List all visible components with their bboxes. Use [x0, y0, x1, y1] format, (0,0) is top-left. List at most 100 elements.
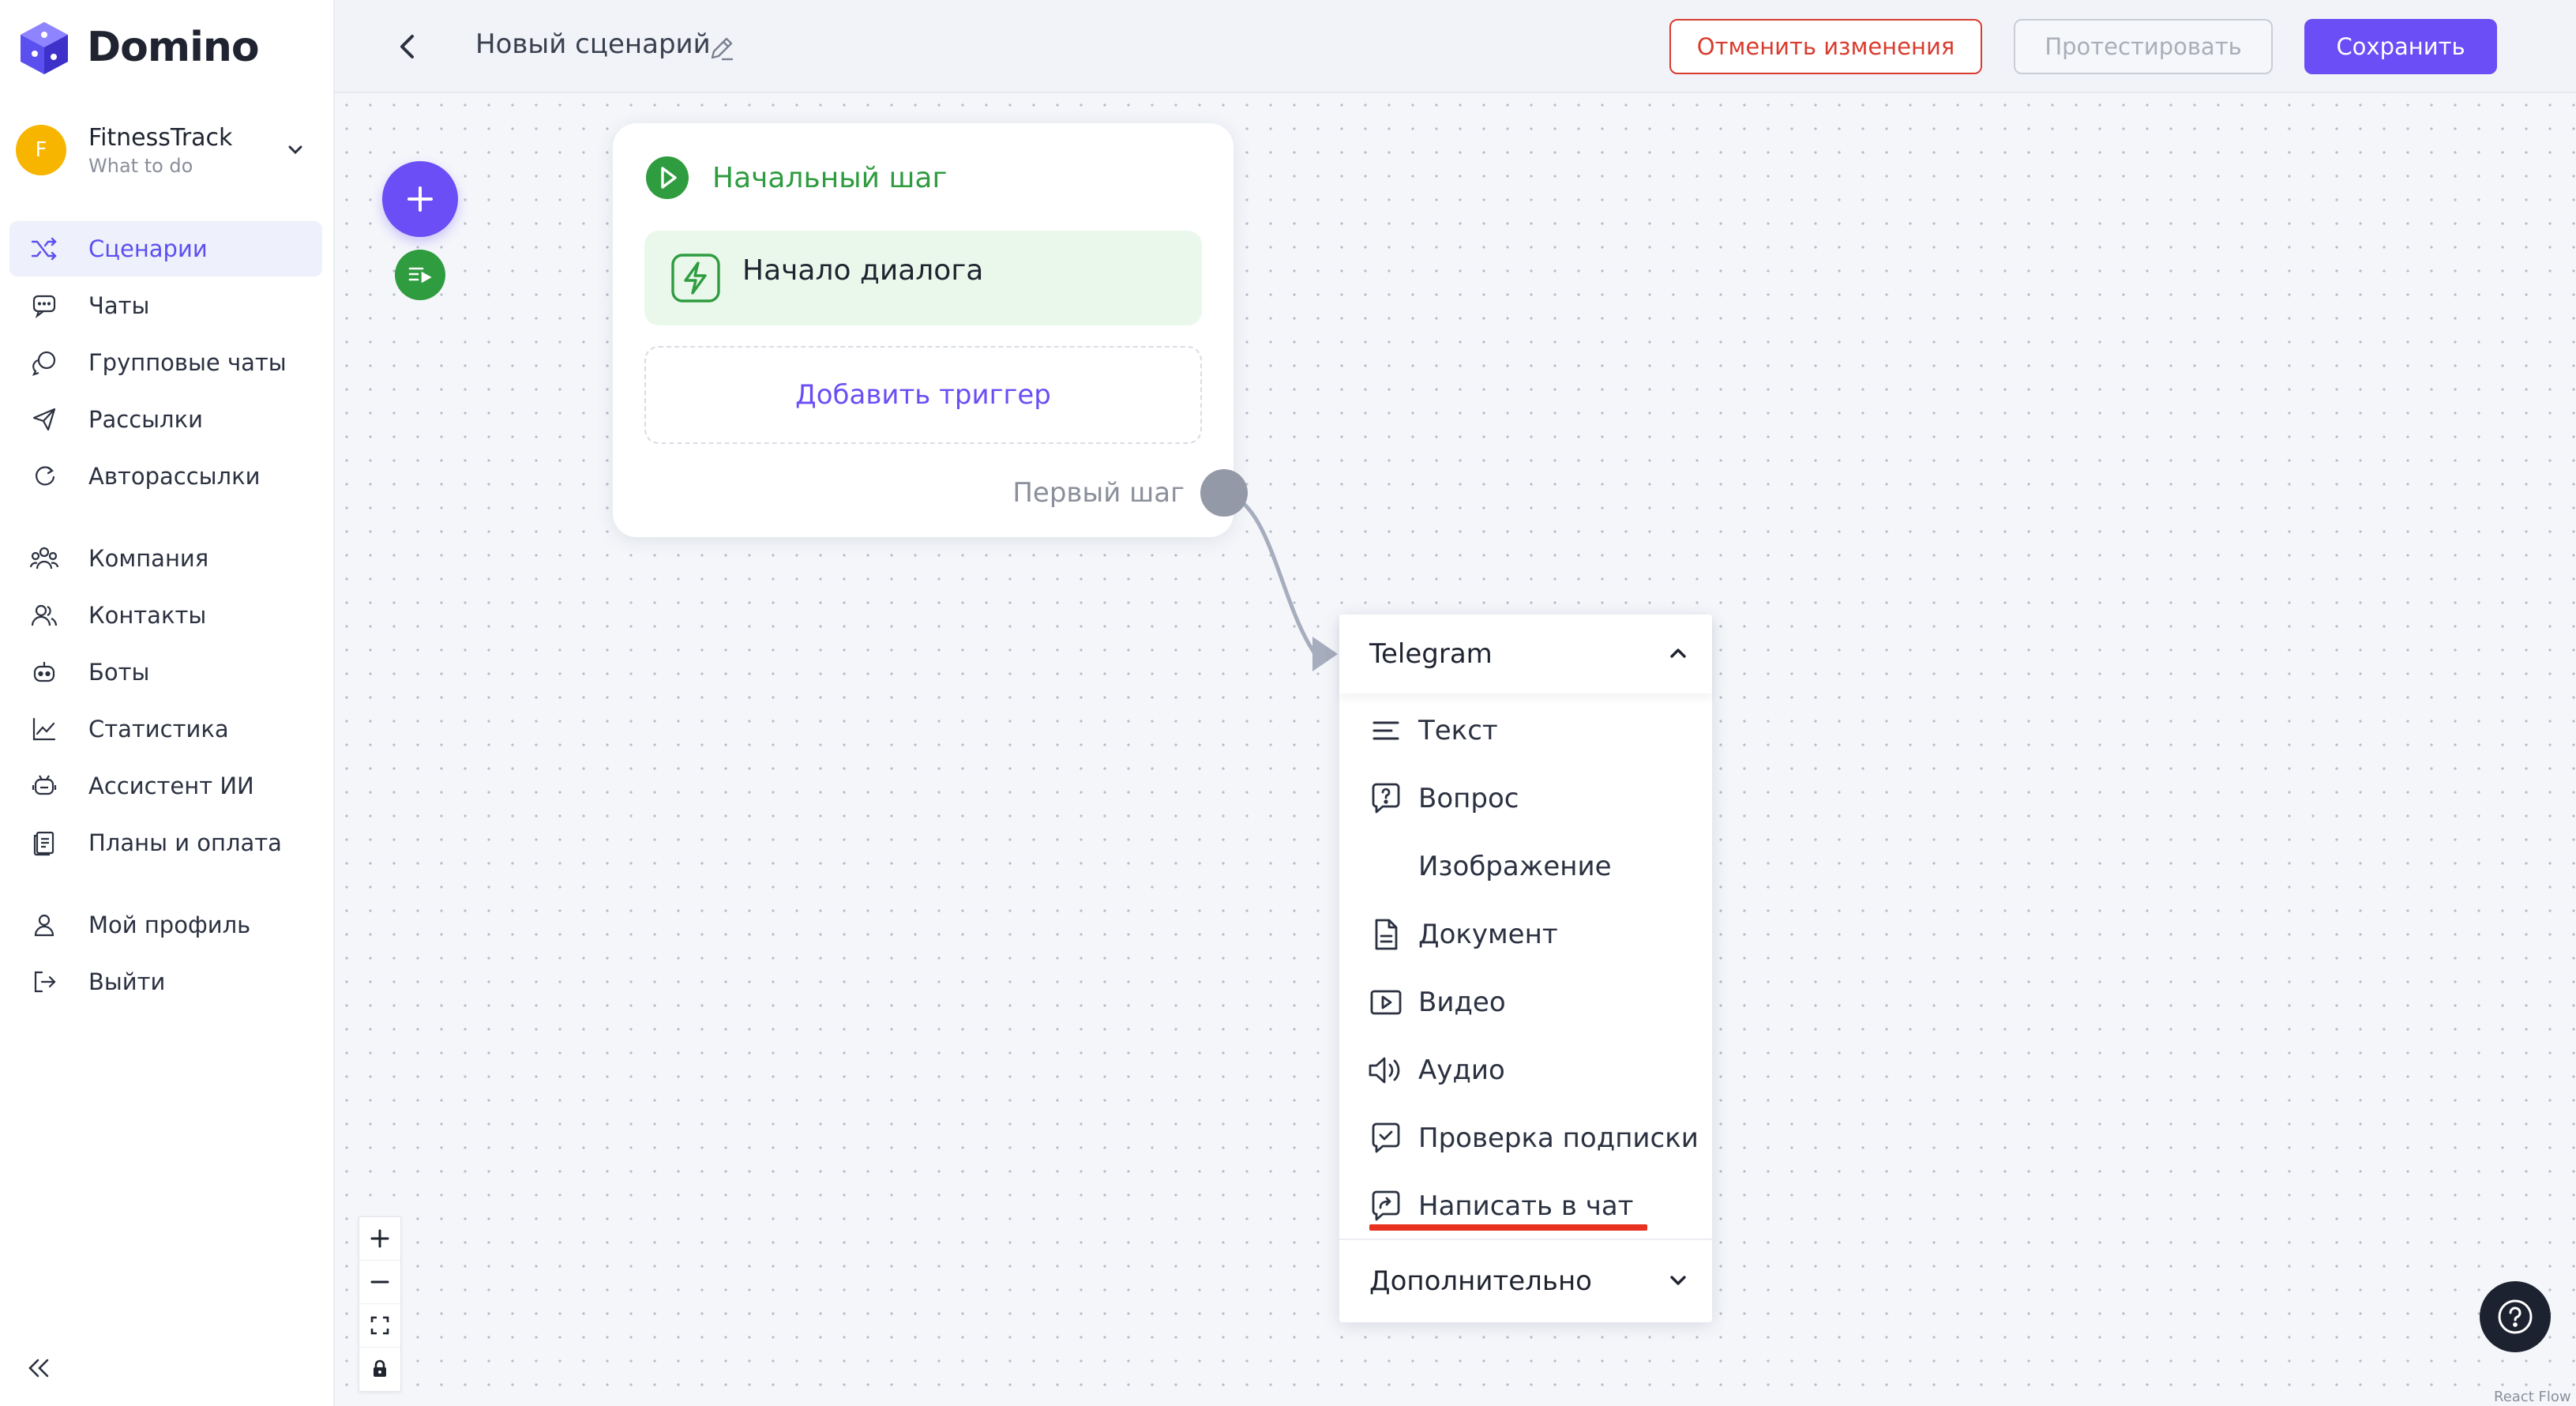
pencil-icon[interactable]: [706, 33, 738, 65]
more-group-header[interactable]: Дополнительно: [1339, 1239, 1712, 1322]
shuffle-icon: [27, 231, 62, 266]
sidebar-item-label: Компания: [88, 545, 209, 572]
menu-item-subscription-check[interactable]: Проверка подписки: [1339, 1104, 1712, 1172]
save-button[interactable]: Сохранить: [2304, 19, 2497, 74]
menu-item-question[interactable]: Вопрос: [1339, 765, 1712, 833]
org-switcher[interactable]: F FitnessTrack What to do: [16, 118, 316, 182]
chevron-down-icon: [288, 145, 302, 155]
fit-view-icon: [370, 1316, 389, 1335]
sidebar-item-label: Рассылки: [88, 406, 203, 433]
add-trigger-button[interactable]: Добавить триггер: [644, 346, 1202, 444]
sidebar-item-mailings[interactable]: Рассылки: [9, 392, 322, 447]
blank-icon: [1366, 847, 1406, 886]
output-label: Первый шаг: [1012, 477, 1185, 509]
sidebar-item-label: Авторассылки: [88, 463, 261, 490]
chart-icon: [27, 712, 62, 746]
group-chat-icon: [27, 345, 62, 380]
forward-bubble-icon: [1366, 1186, 1406, 1226]
sidebar-item-contacts[interactable]: Контакты: [9, 588, 322, 643]
menu-item-label: Изображение: [1418, 851, 1612, 882]
sidebar-item-auto-mailings[interactable]: Авторассылки: [9, 449, 322, 504]
start-step-node[interactable]: Начальный шаг Начало диалога Добавить тр…: [613, 123, 1234, 537]
chevron-down-icon: [1670, 1276, 1686, 1285]
sidebar-item-label: Чаты: [88, 292, 150, 319]
sidebar-item-company[interactable]: Компания: [9, 531, 322, 586]
menu-item-audio[interactable]: Аудио: [1339, 1036, 1712, 1104]
org-name: FitnessTrack: [88, 123, 233, 152]
highlight-underline: [1369, 1224, 1647, 1231]
billing-icon: [27, 825, 62, 860]
fit-view-button[interactable]: [359, 1304, 400, 1348]
test-button[interactable]: Протестировать: [2014, 19, 2273, 74]
profile-icon: [27, 908, 62, 942]
sidebar-item-label: Ассистент ИИ: [88, 773, 254, 799]
plus-icon: [370, 1229, 389, 1248]
check-bubble-icon: [1366, 1118, 1406, 1158]
auto-send-icon: [27, 459, 62, 494]
video-icon: [1366, 983, 1406, 1022]
sidebar-item-profile[interactable]: Мой профиль: [9, 897, 322, 953]
cancel-changes-button[interactable]: Отменить изменения: [1669, 19, 1982, 74]
assistant-icon: [27, 769, 62, 803]
react-flow-attribution[interactable]: React Flow: [2494, 1389, 2571, 1405]
zoom-controls: [359, 1216, 401, 1392]
step-type-menu: Telegram Текст Вопрос Изображение Докуме…: [1339, 615, 1712, 1322]
menu-item-label: Проверка подписки: [1418, 1122, 1699, 1154]
sidebar-nav: Сценарии Чаты Групповые чаты Рассылки Ав…: [9, 221, 322, 1011]
menu-item-text[interactable]: Текст: [1339, 697, 1712, 765]
sidebar-item-statistics[interactable]: Статистика: [9, 701, 322, 757]
chat-bubble-icon: [27, 288, 62, 323]
document-icon: [1366, 915, 1406, 954]
sidebar-item-label: Статистика: [88, 716, 229, 742]
run-list-button[interactable]: [395, 250, 445, 300]
list-play-icon: [408, 267, 432, 284]
menu-item-document[interactable]: Документ: [1339, 900, 1712, 968]
question-circle-icon: [2498, 1299, 2533, 1334]
trigger-item[interactable]: Начало диалога: [644, 231, 1202, 325]
sidebar-item-label: Групповые чаты: [88, 349, 287, 376]
node-title: Начальный шаг: [712, 161, 948, 194]
audio-icon: [1366, 1051, 1406, 1090]
step-type-list: Текст Вопрос Изображение Документ Видео: [1339, 697, 1712, 1240]
zoom-out-button[interactable]: [359, 1261, 400, 1304]
collapse-sidebar-icon[interactable]: [25, 1355, 54, 1381]
help-button[interactable]: [2480, 1281, 2551, 1352]
plus-icon: [407, 186, 433, 212]
logout-icon: [27, 964, 62, 999]
zoom-in-button[interactable]: [359, 1217, 400, 1261]
page-title: Новый сценарий: [475, 28, 711, 60]
menu-item-label: Видео: [1418, 987, 1506, 1018]
telegram-group-header[interactable]: Telegram: [1339, 615, 1712, 694]
sidebar-item-logout[interactable]: Выйти: [9, 954, 322, 1009]
sidebar-item-group-chats[interactable]: Групповые чаты: [9, 335, 322, 390]
sidebar-item-scenarios[interactable]: Сценарии: [9, 221, 322, 276]
sidebar-item-chats[interactable]: Чаты: [9, 278, 322, 333]
sidebar-item-label: Планы и оплата: [88, 829, 282, 856]
sidebar-item-label: Мой профиль: [88, 912, 251, 938]
top-bar: Новый сценарий Отменить изменения Протес…: [335, 0, 2576, 93]
add-step-button[interactable]: [382, 161, 458, 237]
sidebar-item-ai-assistant[interactable]: Ассистент ИИ: [9, 758, 322, 814]
logo[interactable]: Domino: [16, 19, 260, 76]
sidebar-item-billing[interactable]: Планы и оплата: [9, 815, 322, 870]
menu-item-image[interactable]: Изображение: [1339, 833, 1712, 900]
contacts-icon: [27, 598, 62, 633]
menu-item-label: Написать в чат: [1418, 1190, 1634, 1222]
trigger-label: Начало диалога: [742, 254, 984, 287]
play-circle-icon: [646, 156, 689, 199]
output-handle[interactable]: [1200, 469, 1248, 517]
minus-icon: [370, 1280, 389, 1284]
bot-icon: [27, 655, 62, 690]
menu-item-label: Аудио: [1418, 1054, 1505, 1086]
back-arrow-icon[interactable]: [390, 28, 426, 65]
sidebar-item-label: Контакты: [88, 602, 207, 629]
lock-button[interactable]: [359, 1348, 400, 1390]
org-avatar: F: [16, 125, 66, 175]
sidebar-item-bots[interactable]: Боты: [9, 645, 322, 700]
sidebar: Domino F FitnessTrack What to do Сценари…: [0, 0, 335, 1406]
menu-item-video[interactable]: Видео: [1339, 968, 1712, 1036]
lightning-icon: [671, 254, 720, 303]
company-icon: [27, 541, 62, 576]
text-lines-icon: [1366, 711, 1406, 750]
menu-item-label: Вопрос: [1418, 783, 1519, 814]
